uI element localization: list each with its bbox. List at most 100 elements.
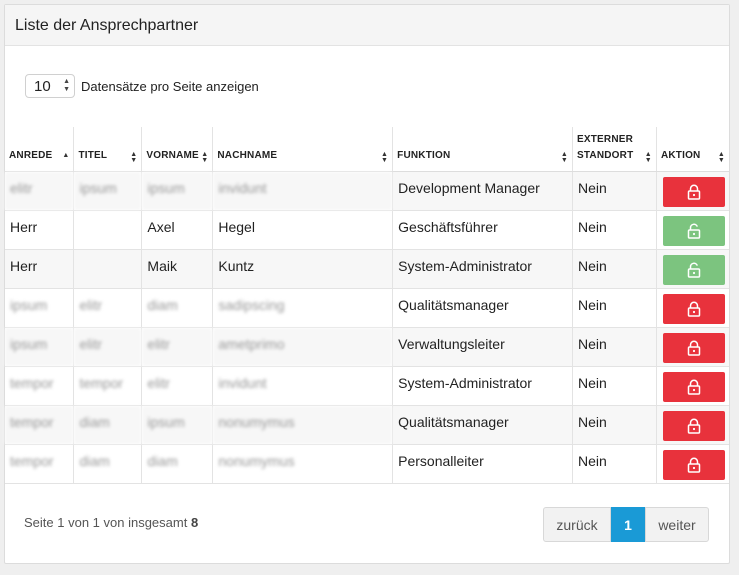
cell-vorname: Maik (141, 248, 213, 288)
cell-vorname: ipsum (141, 170, 213, 210)
cell-aktion (655, 404, 729, 444)
lock-icon (687, 301, 701, 317)
lock-button[interactable] (662, 371, 725, 402)
table-row: tempor diam ipsum nonumymus Qualitätsmanager… (5, 404, 729, 444)
cell-titel: diam (73, 443, 142, 484)
cell-anrede: tempor (5, 365, 74, 405)
column-header-aktion[interactable]: AKTION ▲ ▼ (655, 127, 729, 172)
cell-vorname: elitr (141, 365, 213, 405)
table-info: Seite 1 von 1 von insgesamt 8 (24, 515, 198, 530)
cell-externer-standort: Nein (571, 365, 657, 405)
lock-button[interactable] (662, 449, 725, 480)
cell-aktion (655, 443, 729, 484)
unlock-button[interactable] (662, 215, 725, 246)
page-length-value: 10 (34, 77, 51, 95)
column-header-label: VORNAME (146, 149, 199, 161)
cell-anrede: ipsum (5, 287, 74, 327)
pagination: zurück 1 weiter (543, 507, 709, 542)
table-row: Herr Maik Kuntz System-Administrator Nein (5, 248, 729, 288)
cell-nachname: invidunt (212, 170, 393, 210)
cell-titel: elitr (73, 287, 142, 327)
cell-titel: diam (73, 404, 142, 444)
lock-icon (687, 457, 701, 473)
lock-button[interactable] (662, 332, 725, 363)
cell-vorname: Axel (141, 209, 213, 249)
cell-anrede: Herr (5, 248, 74, 288)
cell-externer-standort: Nein (571, 170, 657, 210)
cell-nachname: invidunt (212, 365, 393, 405)
contacts-panel: Liste der Ansprechpartner 10 ▲ ▼ Datensät… (4, 4, 730, 564)
cell-titel: elitr (73, 326, 142, 366)
cell-nachname: Kuntz (212, 248, 393, 288)
cell-titel (73, 248, 142, 288)
cell-aktion (655, 326, 729, 366)
cell-aktion (655, 287, 729, 327)
cell-externer-standort: Nein (571, 404, 657, 444)
column-header-externer-standort[interactable]: EXTERNER STANDORT ▲ ▼ (571, 127, 657, 172)
lock-button[interactable] (662, 176, 725, 207)
cell-vorname: diam (141, 443, 213, 484)
cell-aktion (655, 209, 729, 249)
sort-both-icon: ▲ ▼ (130, 150, 138, 164)
lock-icon (687, 340, 701, 356)
sort-both-icon: ▲ ▼ (560, 150, 568, 164)
cell-aktion (655, 248, 729, 288)
column-header-label: TITEL (78, 149, 108, 161)
pagination-page-1[interactable]: 1 (611, 507, 645, 542)
column-header-anrede[interactable]: ANREDE ▲ (5, 127, 74, 172)
table-row: ipsum elitr diam sadipscing Qualitätsmanager… (5, 287, 729, 327)
cell-titel: tempor (73, 365, 142, 405)
unlock-button[interactable] (662, 254, 725, 285)
pagination-prev-button[interactable]: zurück (543, 507, 611, 542)
cell-externer-standort: Nein (571, 326, 657, 366)
cell-externer-standort: Nein (571, 443, 657, 484)
cell-vorname: ipsum (141, 404, 213, 444)
table-row: tempor diam diam nonumymus Personalleiter Nei… (5, 443, 729, 484)
cell-anrede: tempor (5, 404, 74, 444)
lock-icon (687, 379, 701, 395)
cell-anrede: ipsum (5, 326, 74, 366)
unlock-icon (687, 223, 701, 239)
cell-nachname: nonumymus (212, 404, 393, 444)
table-info-total: 8 (190, 515, 199, 530)
sort-both-icon: ▲ ▼ (644, 150, 652, 164)
cell-funktion: Personalleiter (392, 443, 573, 484)
cell-funktion: Qualitätsmanager (392, 404, 573, 444)
cell-anrede: elitr (5, 170, 74, 210)
page-length-control: 10 ▲ ▼ Datensätze pro Seite anzeigen (25, 74, 259, 98)
column-header-vorname[interactable]: VORNAME ▲ ▼ (141, 127, 213, 172)
sort-asc-icon: ▲ (62, 151, 70, 159)
cell-nachname: sadipscing (212, 287, 393, 327)
table-row: ipsum elitr elitr ametprimo Verwaltungsleite… (5, 326, 729, 366)
lock-button[interactable] (662, 293, 725, 324)
panel-title: Liste der Ansprechpartner (5, 5, 729, 46)
cell-externer-standort: Nein (571, 209, 657, 249)
unlock-icon (687, 262, 701, 278)
cell-titel (73, 209, 142, 249)
table-row: elitr ipsum ipsum invidunt Development Manag… (5, 170, 729, 210)
cell-externer-standort: Nein (571, 287, 657, 327)
cell-titel: ipsum (73, 170, 142, 210)
cell-funktion: System-Administrator (392, 365, 573, 405)
cell-vorname: diam (141, 287, 213, 327)
column-header-label: ANREDE (9, 149, 53, 161)
table-row: Herr Axel Hegel Geschäftsführer Nein (5, 209, 729, 249)
sort-both-icon: ▲ ▼ (717, 150, 725, 164)
column-header-titel[interactable]: TITEL ▲ ▼ (73, 127, 142, 172)
cell-anrede: Herr (5, 209, 74, 249)
lock-icon (687, 184, 701, 200)
column-header-label: NACHNAME (217, 149, 278, 161)
column-header-nachname[interactable]: NACHNAME ▲ ▼ (212, 127, 393, 172)
page-length-label: Datensätze pro Seite anzeigen (81, 78, 259, 94)
column-header-label: FUNKTION (397, 149, 451, 161)
cell-aktion (655, 170, 729, 210)
cell-nachname: nonumymus (212, 443, 393, 484)
chevron-updown-icon: ▲ ▼ (63, 78, 70, 93)
lock-icon (687, 418, 701, 434)
page-length-select[interactable]: 10 ▲ ▼ (25, 74, 75, 98)
cell-funktion: Development Manager (392, 170, 573, 210)
pagination-next-button[interactable]: weiter (645, 507, 709, 542)
column-header-funktion[interactable]: FUNKTION ▲ ▼ (392, 127, 573, 172)
lock-button[interactable] (662, 410, 725, 441)
cell-nachname: Hegel (212, 209, 393, 249)
